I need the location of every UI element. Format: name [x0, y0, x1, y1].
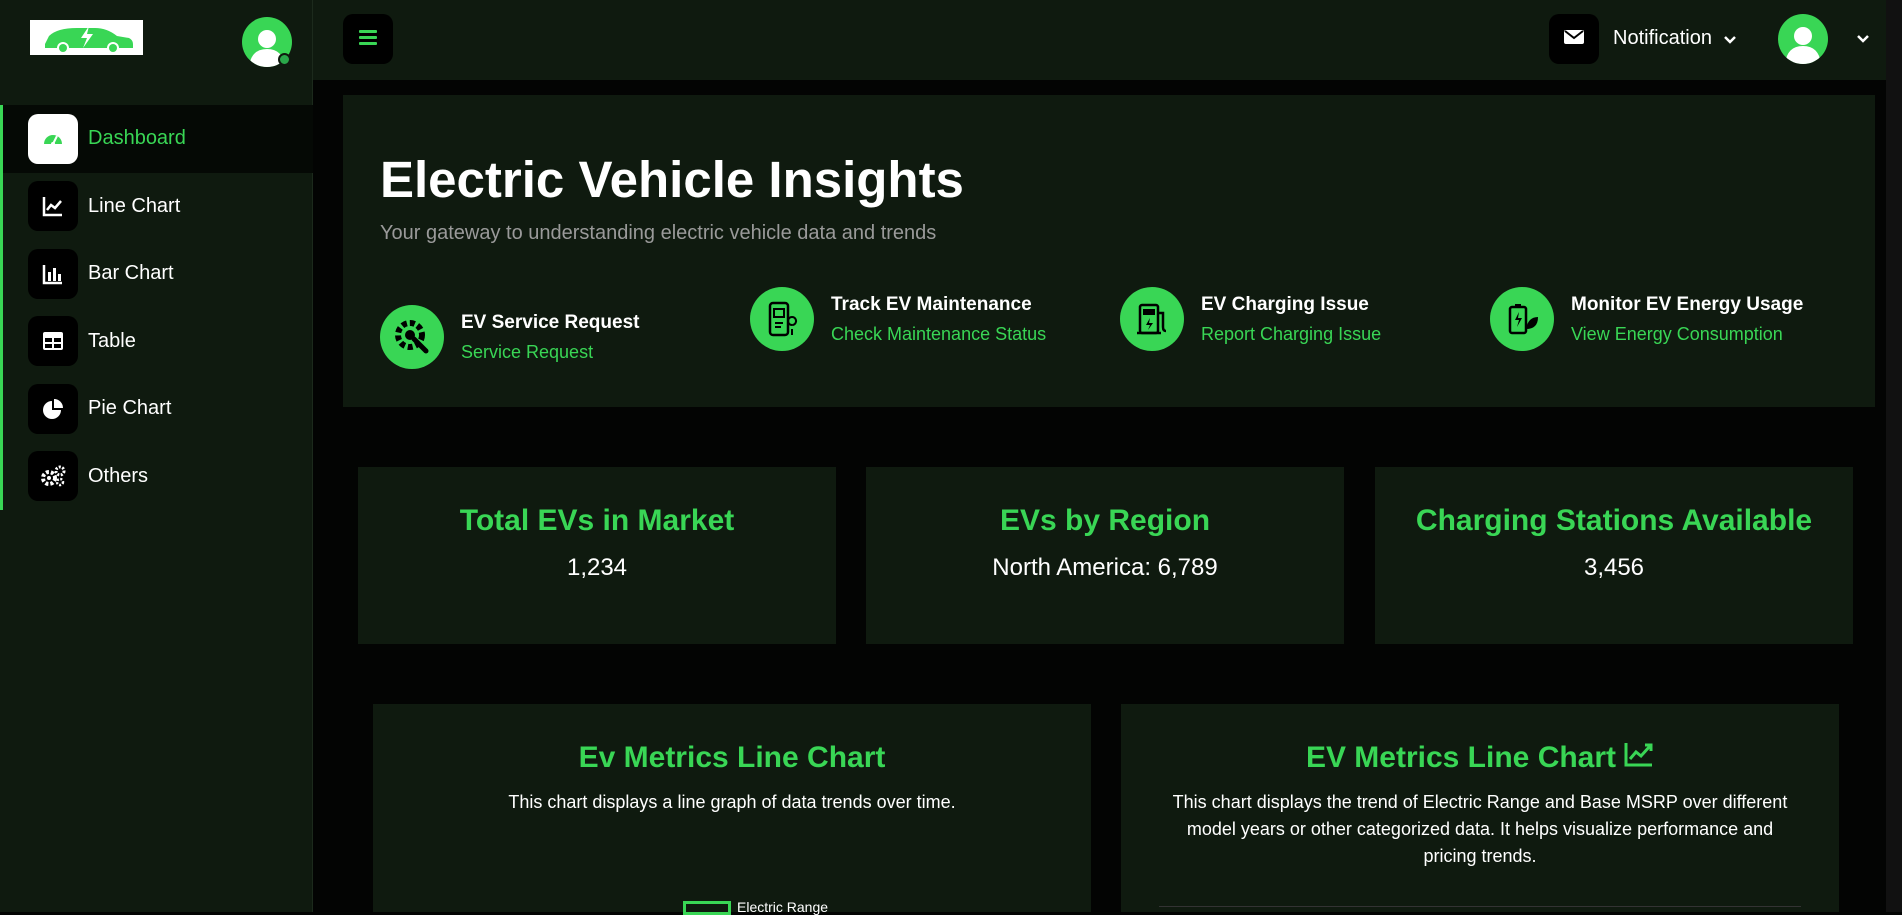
sidebar-item-table[interactable]: Table: [3, 308, 313, 376]
page-subtitle: Your gateway to understanding electric v…: [380, 222, 937, 244]
page-title: Electric Vehicle Insights: [380, 151, 964, 208]
sidebar-nav: Dashboard Line Chart Bar Chart Table Pie…: [0, 105, 313, 510]
card-title: EV Metrics Line Chart: [1305, 741, 1617, 774]
menu-toggle-button[interactable]: [343, 14, 393, 64]
cogs-icon: [28, 451, 78, 502]
table-icon: [28, 316, 78, 367]
maintenance-phone-icon: [750, 287, 814, 351]
line-chart-icon: [1624, 741, 1654, 775]
quick-action-title: EV Charging Issue: [1201, 293, 1369, 315]
line-chart-card-1: Ev Metrics Line Chart This chart display…: [373, 704, 1091, 915]
service-request-link[interactable]: Service Request: [461, 342, 639, 363]
page-scrollbar[interactable]: [1886, 0, 1902, 912]
quick-action-maintenance: Track EV Maintenance Check Maintenance S…: [750, 287, 1046, 351]
sidebar-item-line-chart[interactable]: Line Chart: [3, 173, 313, 241]
stat-card-evs-by-region: EVs by Region North America: 6,789: [866, 467, 1344, 644]
sidebar-item-label: Others: [88, 464, 149, 487]
quick-action-title: Track EV Maintenance: [831, 293, 1032, 315]
card-description: This chart displays a line graph of data…: [508, 792, 956, 812]
energy-consumption-link[interactable]: View Energy Consumption: [1571, 324, 1803, 345]
charging-station-icon: [1120, 287, 1184, 351]
quick-action-title: Monitor EV Energy Usage: [1571, 293, 1804, 315]
card-description: This chart displays the trend of Electri…: [1172, 792, 1788, 866]
legend-swatch[interactable]: [683, 901, 731, 915]
wrench-gear-icon: [380, 305, 444, 369]
user-avatar[interactable]: [1778, 14, 1828, 64]
bar-chart-icon: [28, 248, 78, 299]
line-chart-card-2: EV Metrics Line Chart This chart display…: [1121, 704, 1839, 912]
sidebar-item-label: Line Chart: [88, 194, 181, 217]
card-title: Ev Metrics Line Chart: [578, 741, 886, 774]
sidebar-item-bar-chart[interactable]: Bar Chart: [3, 240, 313, 308]
sidebar-item-others[interactable]: Others: [3, 443, 313, 511]
stat-title: Charging Stations Available: [1415, 504, 1813, 537]
sidebar-item-label: Pie Chart: [88, 397, 172, 420]
sidebar-item-pie-chart[interactable]: Pie Chart: [3, 375, 313, 443]
logo-area: [0, 0, 312, 80]
ev-car-logo[interactable]: [30, 20, 143, 55]
mail-button[interactable]: [1549, 14, 1599, 64]
battery-leaf-icon: [1490, 287, 1554, 351]
sidebar-item-label: Dashboard: [88, 127, 186, 150]
envelope-icon: [1564, 29, 1584, 50]
notification-dropdown[interactable]: Notification: [1613, 27, 1736, 50]
quick-action-title: EV Service Request: [461, 311, 640, 333]
hero-section: Electric Vehicle Insights Your gateway t…: [343, 95, 1875, 407]
chart-area-edge: [1159, 906, 1801, 912]
stat-value: North America: 6,789: [992, 554, 1218, 581]
report-charging-link[interactable]: Report Charging Issue: [1201, 324, 1381, 345]
pie-chart-icon: [28, 383, 78, 434]
maintenance-status-link[interactable]: Check Maintenance Status: [831, 324, 1046, 345]
topbar: Notification: [313, 0, 1902, 80]
stat-value: 3,456: [1583, 554, 1645, 581]
user-menu-chevron-icon[interactable]: [1857, 30, 1869, 48]
sidebar-item-label: Bar Chart: [88, 262, 174, 285]
line-chart-icon: [28, 181, 78, 232]
online-status-dot: [278, 53, 291, 66]
sidebar: Dashboard Line Chart Bar Chart Table Pie…: [0, 0, 313, 912]
quick-action-energy-usage: Monitor EV Energy Usage View Energy Cons…: [1490, 287, 1803, 351]
stat-card-charging-stations: Charging Stations Available 3,456: [1375, 467, 1853, 644]
sidebar-item-dashboard[interactable]: Dashboard: [3, 105, 313, 173]
notification-label: Notification: [1613, 27, 1712, 49]
stat-value: 1,234: [566, 554, 628, 581]
quick-action-service-request: EV Service Request Service Request: [380, 305, 639, 369]
legend-label: Electric Range: [737, 899, 829, 915]
hamburger-icon: [359, 29, 377, 50]
stat-title: EVs by Region: [999, 504, 1211, 537]
quick-action-charging-issue: EV Charging Issue Report Charging Issue: [1120, 287, 1381, 351]
speedometer-icon: [28, 113, 78, 164]
sidebar-item-label: Table: [88, 329, 136, 352]
stat-card-total-evs: Total EVs in Market 1,234: [358, 467, 836, 644]
chevron-down-icon: [1724, 27, 1736, 50]
stat-title: Total EVs in Market: [459, 504, 735, 537]
card-title-row: EV Metrics Line Chart: [1121, 741, 1839, 775]
